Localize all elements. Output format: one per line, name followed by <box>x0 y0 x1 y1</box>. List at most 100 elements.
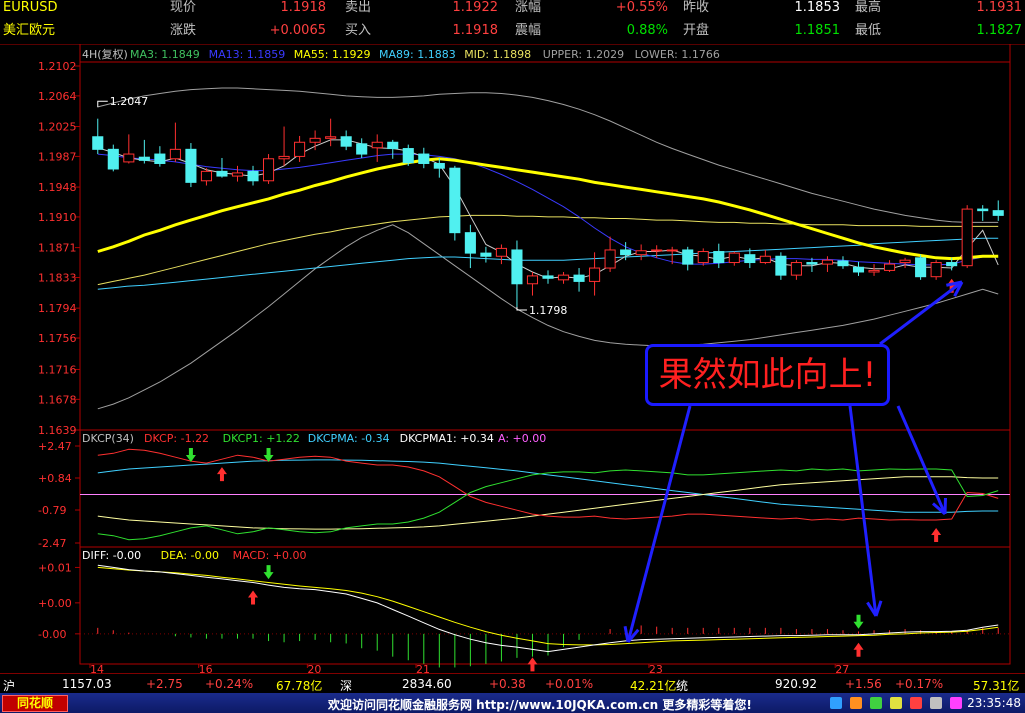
connect-icon[interactable] <box>870 697 882 709</box>
quote-label: 涨幅 <box>515 0 542 15</box>
candle <box>961 205 973 269</box>
panel-title: DKCP(34) <box>82 432 134 445</box>
x-tick-label: 14 <box>90 663 104 673</box>
index-ticker-item: +0.38 <box>489 677 526 691</box>
y-tick-label: 1.1716 <box>38 363 77 376</box>
y-tick-label: 1.1910 <box>38 211 77 224</box>
quote-label: 涨跌 <box>170 23 197 38</box>
x-tick-label: 27 <box>835 663 849 673</box>
quote-label: 昨收 <box>683 0 710 15</box>
y-tick-label: 1.1833 <box>38 271 77 284</box>
network-icon[interactable] <box>950 697 962 709</box>
index-ticker-item: 67.78亿 <box>276 679 323 693</box>
y-tick-label: 1.1756 <box>38 332 77 345</box>
index-ticker-item: +0.24% <box>205 677 254 691</box>
quote-value: 1.1931 <box>976 0 1023 15</box>
x-tick-label: 21 <box>416 663 430 673</box>
candle <box>185 143 197 188</box>
quote-label: 最低 <box>855 23 882 38</box>
index-ticker-item: +1.56 <box>845 677 882 691</box>
welcome-message[interactable]: 欢迎访问同花顺金融服务网 http://www.10JQKA.com.cn 更多… <box>328 696 752 713</box>
legend-item: DEA: -0.00 <box>161 549 219 562</box>
legend-item: MA55: 1.1929 <box>294 48 371 61</box>
quote-value: 1.1922 <box>452 0 499 15</box>
x-tick-label: 23 <box>649 663 663 673</box>
x-tick-label: 16 <box>199 663 213 673</box>
y-tick-label: -0.00 <box>38 628 66 641</box>
legend-item: DKCPMA1: +0.34 <box>400 432 494 445</box>
index-ticker-item: 深 <box>340 679 353 693</box>
legend-item: MA3: 1.1849 <box>130 48 200 61</box>
index-ticker-item: +2.75 <box>146 677 183 691</box>
legend-item: LOWER: 1.1766 <box>635 48 720 61</box>
quote-value: 1.1918 <box>280 0 327 15</box>
index-ticker-item: +0.17% <box>895 677 944 691</box>
legend-item: UPPER: 1.2029 <box>543 48 624 61</box>
legend-item: DIFF: -0.00 <box>82 549 141 562</box>
quote-value: +0.55% <box>615 0 668 15</box>
price-marker-label: 1.1798 <box>529 304 568 317</box>
symbol-code: EURUSD <box>3 0 58 15</box>
index-ticker-item: 920.92 <box>775 677 817 691</box>
quote-label: 开盘 <box>683 23 710 38</box>
y-tick-label: 1.1871 <box>38 242 77 255</box>
alert-icon[interactable] <box>850 697 862 709</box>
index-ticker-item: 沪 <box>3 679 16 693</box>
quote-value: +0.0065 <box>269 23 326 38</box>
index-ticker-item: 42.21亿 <box>630 679 677 693</box>
bottom-bar: 沪 1157.03 +2.75 +0.24% 67.78亿 深 2834.60 +0.38 +0… <box>0 673 1025 713</box>
y-tick-label: 1.1987 <box>38 150 77 163</box>
lock-icon[interactable] <box>890 697 902 709</box>
y-tick-label: +0.84 <box>38 472 72 485</box>
clock: 23:35:48 <box>967 696 1021 710</box>
index-ticker-item: +0.01% <box>545 677 594 691</box>
quote-label: 买入 <box>345 23 372 38</box>
quote-value: 1.1827 <box>976 23 1023 38</box>
quote-label: 最高 <box>855 0 882 15</box>
settings-icon[interactable] <box>930 697 942 709</box>
x-tick-label: 20 <box>307 663 321 673</box>
y-tick-label: +2.47 <box>38 440 72 453</box>
legend-item: DKCP1: +1.22 <box>223 432 300 445</box>
legend-item: A: +0.00 <box>498 432 546 445</box>
quote-value: 1.1918 <box>452 23 499 38</box>
legend-item: MID: 1.1898 <box>464 48 531 61</box>
y-tick-label: 1.1639 <box>38 424 77 437</box>
candle <box>930 260 942 280</box>
y-tick-label: 1.1948 <box>38 181 77 194</box>
index-ticker-item: 统 <box>676 679 689 693</box>
y-tick-label: 1.1678 <box>38 393 77 406</box>
quote-value: 1.1853 <box>794 0 841 15</box>
index-ticker-item: 2834.60 <box>402 677 452 691</box>
legend-item: MA89: 1.1883 <box>379 48 456 61</box>
y-tick-label: +0.01 <box>38 561 72 574</box>
panel-title: 4H(复权) <box>82 47 128 61</box>
legend-item: DKCPMA: -0.34 <box>308 432 390 445</box>
app-logo[interactable]: 同花顺 <box>2 695 68 712</box>
price-marker-label: 1.2047 <box>110 95 149 108</box>
symbol-name: 美汇欧元 <box>3 23 56 38</box>
y-tick-label: +0.00 <box>38 597 72 610</box>
candle <box>262 154 275 184</box>
y-tick-label: -2.47 <box>38 537 66 550</box>
message-icon[interactable] <box>830 697 842 709</box>
quote-label: 震幅 <box>515 23 542 38</box>
legend-item: MA13: 1.1859 <box>209 48 286 61</box>
quote-value: 1.1851 <box>794 23 841 38</box>
y-tick-label: 1.2064 <box>38 90 77 103</box>
warning-icon[interactable] <box>910 697 922 709</box>
candle <box>915 254 927 280</box>
y-tick-label: -0.79 <box>38 504 66 517</box>
status-bar: 同花顺 欢迎访问同花顺金融服务网 http://www.10JQKA.com.c… <box>0 693 1025 713</box>
index-ticker-item: 57.31亿 <box>973 679 1020 693</box>
quote-label: 现价 <box>170 0 197 15</box>
index-ticker: 沪 1157.03 +2.75 +0.24% 67.78亿 深 2834.60 +0.38 +0… <box>0 673 1025 694</box>
legend-item: DKCP: -1.22 <box>144 432 209 445</box>
legend-item: MACD: +0.00 <box>233 549 307 562</box>
index-ticker-item: 1157.03 <box>62 677 112 691</box>
y-tick-label: 1.2102 <box>38 60 77 73</box>
quote-value: 0.88% <box>626 23 668 38</box>
y-tick-label: 1.1794 <box>38 302 77 315</box>
y-tick-label: 1.2025 <box>38 121 77 134</box>
quote-label: 卖出 <box>345 0 372 15</box>
